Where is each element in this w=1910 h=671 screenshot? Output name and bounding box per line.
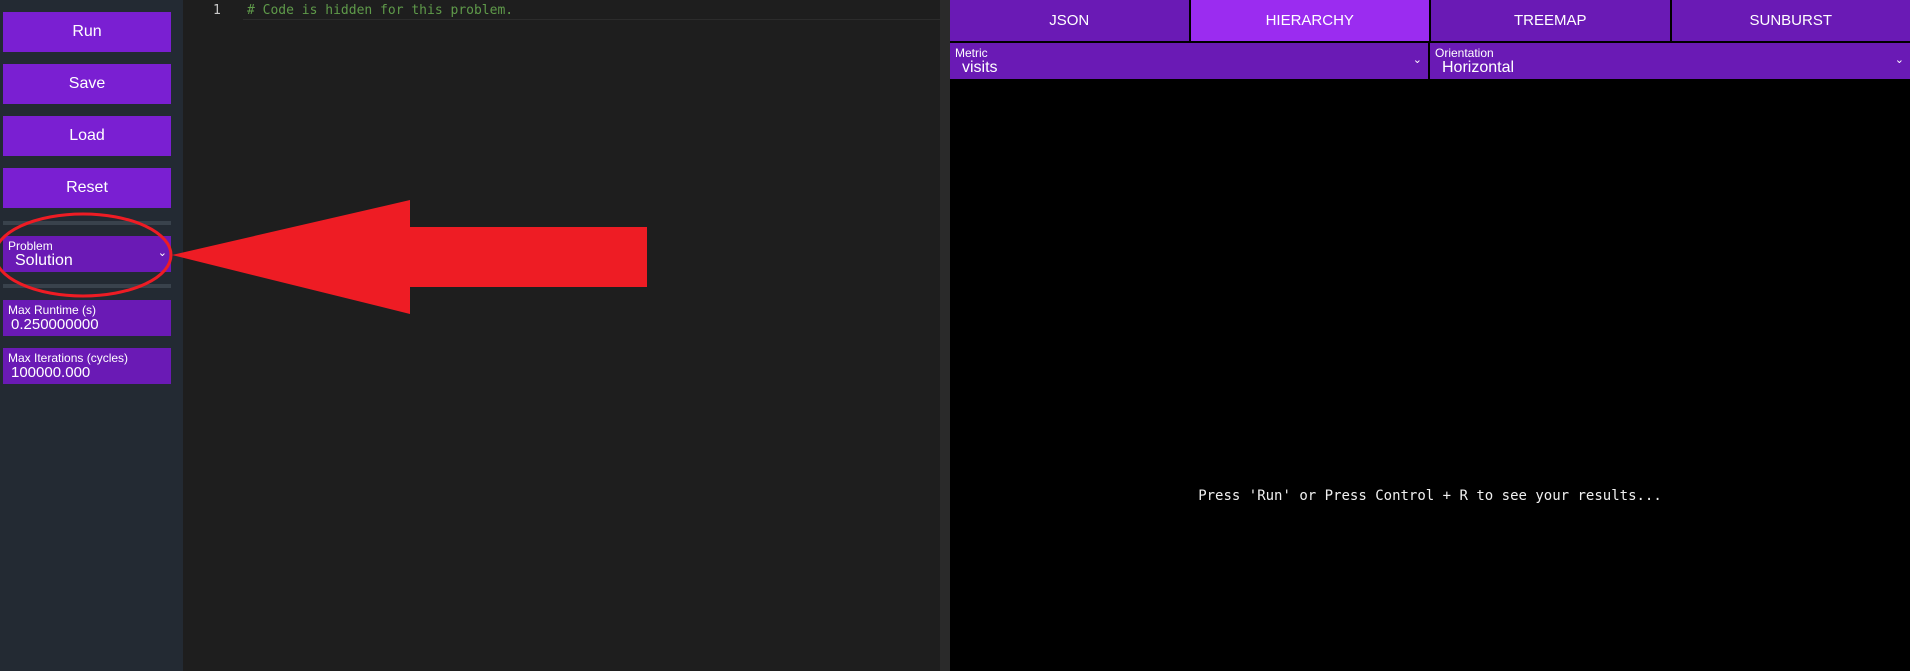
orientation-label: Orientation <box>1435 46 1494 60</box>
line-number: 1 <box>213 3 221 18</box>
orientation-value: Horizontal <box>1442 59 1515 76</box>
metric-select[interactable]: Metric visits ⌄ <box>950 43 1428 79</box>
chevron-down-icon: ⌄ <box>157 247 167 259</box>
load-button[interactable]: Load <box>3 116 171 156</box>
metric-value: visits <box>962 59 998 76</box>
tab-treemap[interactable]: TREEMAP <box>1431 0 1670 41</box>
tab-hierarchy[interactable]: HIERARCHY <box>1190 0 1429 41</box>
editor-scrollbar[interactable] <box>940 0 950 671</box>
problem-select-value: Solution <box>15 252 73 269</box>
max-runtime-field[interactable]: Max Runtime (s) <box>3 300 171 336</box>
problem-select-label: Problem <box>8 239 53 253</box>
chevron-down-icon: ⌄ <box>1412 54 1422 66</box>
max-iterations-label: Max Iterations (cycles) <box>8 351 129 365</box>
tab-json[interactable]: JSON <box>950 0 1189 41</box>
divider <box>3 221 171 225</box>
reset-button[interactable]: Reset <box>3 168 171 208</box>
divider <box>3 284 171 288</box>
results-placeholder-message: Press 'Run' or Press Control + R to see … <box>1198 488 1662 504</box>
max-iterations-input[interactable] <box>11 364 161 381</box>
code-editor[interactable]: 1 # Code is hidden for this problem. <box>183 0 1033 671</box>
max-iterations-field[interactable]: Max Iterations (cycles) <box>3 348 171 384</box>
run-button[interactable]: Run <box>3 12 171 52</box>
max-runtime-label: Max Runtime (s) <box>8 303 97 317</box>
results-panel: JSON HIERARCHY TREEMAP SUNBURST Metric v… <box>950 0 1910 671</box>
problem-select[interactable]: Problem Solution ⌄ <box>3 236 171 272</box>
orientation-select[interactable]: Orientation Horizontal ⌄ <box>1430 43 1910 79</box>
max-runtime-input[interactable] <box>11 316 161 333</box>
view-tabs: JSON HIERARCHY TREEMAP SUNBURST <box>950 0 1910 41</box>
save-button[interactable]: Save <box>3 64 171 104</box>
metric-label: Metric <box>955 46 988 60</box>
tab-sunburst[interactable]: SUNBURST <box>1671 0 1910 41</box>
code-line[interactable]: # Code is hidden for this problem. <box>247 3 513 18</box>
sidebar: Run Save Load Reset Problem Solution ⌄ M… <box>0 0 183 671</box>
chevron-down-icon: ⌄ <box>1894 54 1904 66</box>
